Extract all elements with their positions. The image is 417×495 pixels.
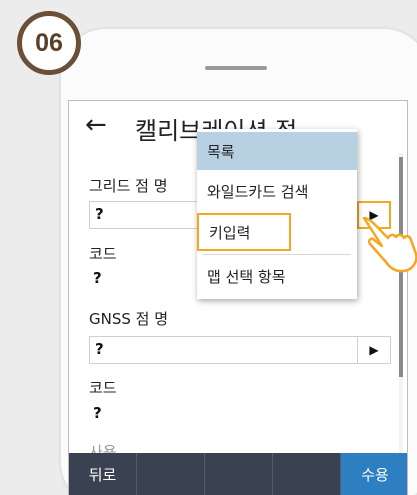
empty-softkey-3[interactable] bbox=[273, 453, 341, 495]
dropdown-divider bbox=[203, 254, 351, 255]
dropdown-item-key-input[interactable]: 키입력 bbox=[197, 213, 291, 251]
point-source-dropdown: 목록 와일드카드 검색 키입력 맵 선택 항목 bbox=[197, 129, 357, 299]
dropdown-item-list[interactable]: 목록 bbox=[197, 132, 357, 170]
play-triangle-icon: ▶ bbox=[369, 343, 379, 357]
accept-button[interactable]: 수용 bbox=[341, 453, 407, 495]
step-number: 06 bbox=[35, 28, 63, 57]
code-value-1: ? bbox=[93, 269, 102, 287]
code-label-1: 코드 bbox=[89, 245, 117, 263]
bottom-action-bar: 뒤로 수용 bbox=[69, 453, 407, 495]
dropdown-item-map-select[interactable]: 맵 선택 항목 bbox=[197, 257, 357, 295]
dropdown-item-wildcard-search[interactable]: 와일드카드 검색 bbox=[197, 172, 357, 210]
grid-point-label: 그리드 점 명 bbox=[89, 177, 168, 195]
grid-point-value: ? bbox=[95, 205, 104, 223]
gnss-point-menu-button[interactable]: ▶ bbox=[357, 336, 391, 364]
empty-softkey-1[interactable] bbox=[137, 453, 205, 495]
phone-speaker bbox=[205, 66, 267, 70]
gnss-point-value: ? bbox=[95, 340, 104, 358]
pointing-hand-icon bbox=[362, 216, 417, 273]
code-label-2: 코드 bbox=[89, 379, 117, 397]
gnss-point-label: GNSS 점 명 bbox=[89, 310, 169, 328]
back-button[interactable]: 뒤로 bbox=[69, 453, 137, 495]
empty-softkey-2[interactable] bbox=[205, 453, 273, 495]
code-value-2: ? bbox=[93, 404, 102, 422]
device-screen: ← 캘리브레이션 점 그리드 점 명 ? ▶ 코드 ? GNSS 점 명 ? ▶… bbox=[68, 100, 408, 495]
back-arrow-icon[interactable]: ← bbox=[85, 111, 107, 139]
gnss-point-input[interactable]: ? bbox=[89, 336, 359, 364]
step-badge: 06 bbox=[17, 11, 81, 75]
